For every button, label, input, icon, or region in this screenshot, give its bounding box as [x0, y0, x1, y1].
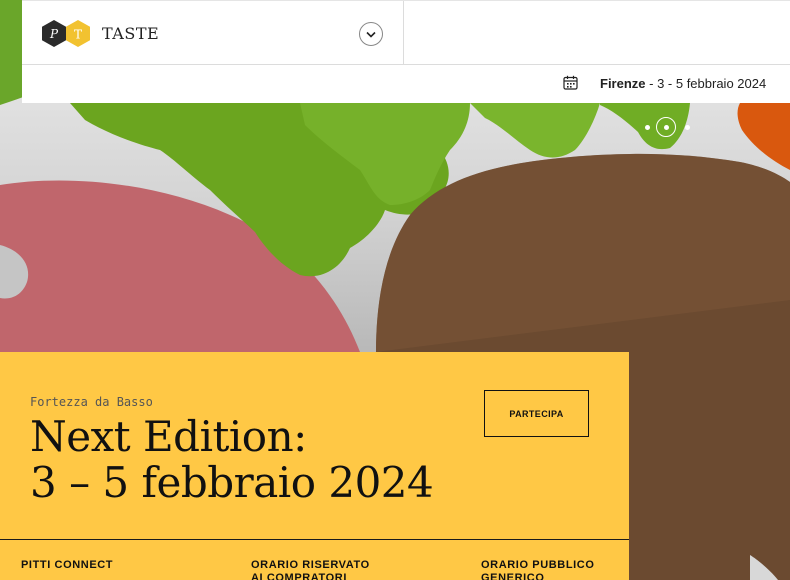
svg-text:P: P [49, 27, 59, 41]
menu-toggle-button[interactable] [359, 22, 383, 46]
event-date-info: Firenze - 3 - 5 febbraio 2024 [600, 76, 766, 91]
chevron-down-icon [366, 31, 376, 38]
top-header: P T TASTE [22, 0, 790, 65]
carousel-dot-2[interactable] [664, 125, 669, 130]
event-info-bar: Firenze - 3 - 5 febbraio 2024 [22, 65, 790, 103]
headline-line-2: 3 – 5 febbraio 2024 [30, 458, 434, 507]
carousel-dot-1[interactable] [645, 125, 650, 130]
partecipa-button[interactable]: PARTECIPA [484, 390, 589, 437]
next-edition-panel: Fortezza da Basso Next Edition: 3 – 5 fe… [0, 352, 629, 580]
calendar-icon [563, 75, 578, 90]
buyer-hours-label: ORARIO RISERVATO AI COMPRATORI [251, 559, 370, 580]
event-dates: - 3 - 5 febbraio 2024 [645, 76, 767, 91]
pitti-connect-label[interactable]: PITTI CONNECT [21, 559, 221, 572]
logo-p-hexagon: P [42, 20, 66, 47]
brand-name: TASTE [102, 24, 160, 43]
logo-t-hexagon: T [66, 20, 90, 47]
svg-text:T: T [74, 28, 82, 42]
carousel-dot-3[interactable] [685, 125, 690, 130]
event-city: Firenze [600, 76, 646, 91]
venue-label: Fortezza da Basso [30, 395, 153, 409]
page-title: Next Edition: 3 – 5 febbraio 2024 [30, 412, 434, 507]
brand-area[interactable]: P T TASTE [22, 1, 404, 65]
public-hours-label: ORARIO PUBBLICO GENERICO [481, 559, 595, 580]
headline-line-1: Next Edition: [30, 412, 307, 461]
panel-divider [0, 539, 629, 540]
